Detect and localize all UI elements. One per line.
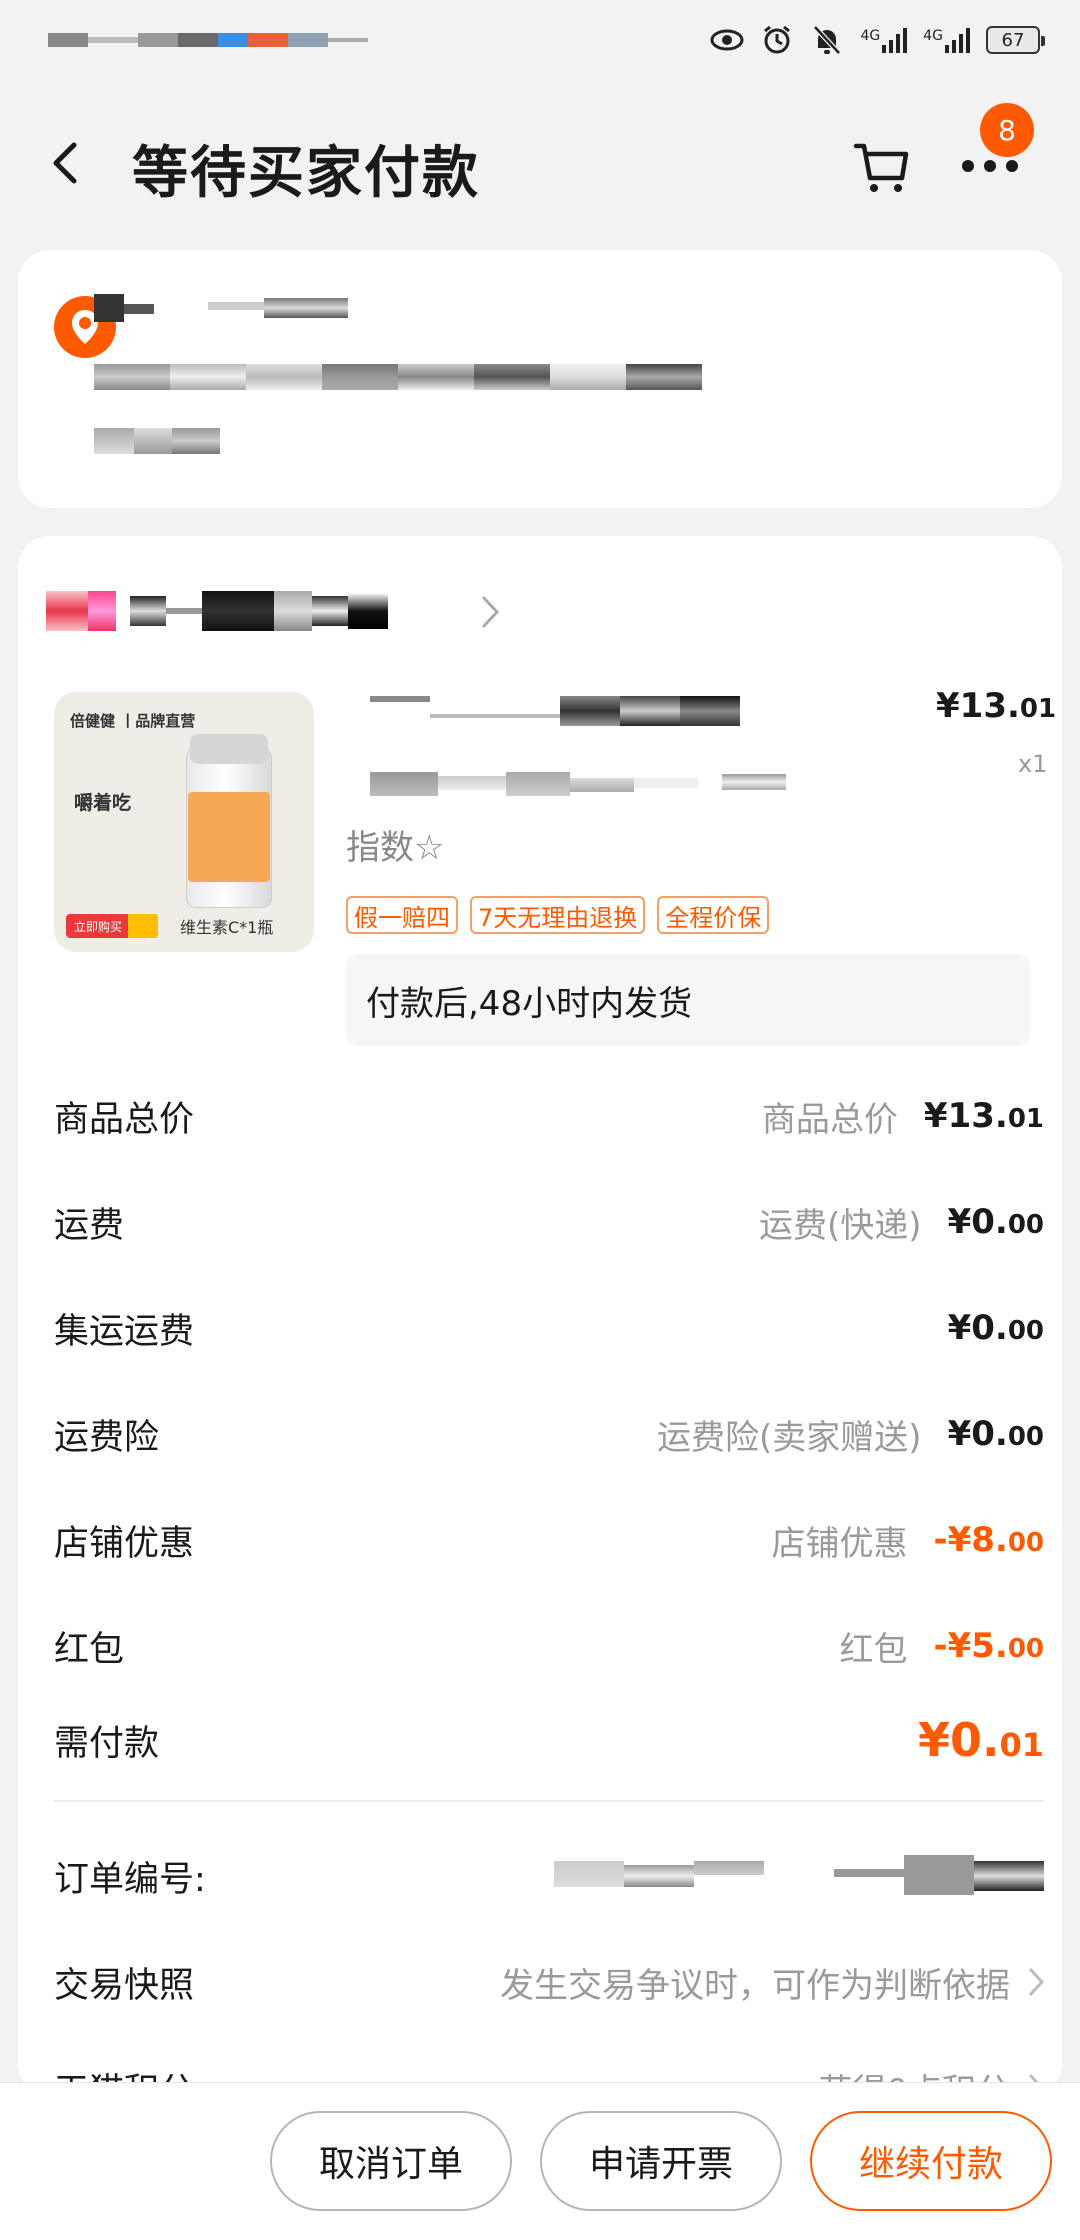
- eye-icon: [710, 23, 744, 57]
- service-tag[interactable]: 全程价保: [657, 896, 770, 934]
- chevron-right-icon: [481, 595, 500, 629]
- product-price: ¥13.01: [936, 686, 1057, 726]
- fee-row-store-discount: 店铺优惠 店铺优惠 -¥8.00: [54, 1520, 1044, 1564]
- fee-row-red-packet: 红包 红包 -¥5.00: [54, 1626, 1044, 1670]
- dot-icon: [1006, 160, 1018, 172]
- status-carrier-redacted: [48, 26, 368, 54]
- chevron-right-icon: [1028, 1967, 1044, 1997]
- fee-row-goods-total: 商品总价 商品总价 ¥13.01: [54, 1096, 1044, 1140]
- product-index: 指数☆: [346, 828, 445, 868]
- divider: [54, 1800, 1044, 1802]
- page-title: 等待买家付款: [132, 141, 480, 206]
- back-button[interactable]: [40, 138, 90, 188]
- product-spec-redacted: [370, 772, 786, 796]
- product-quantity: x1: [1018, 750, 1048, 778]
- mute-bell-icon: [810, 23, 844, 57]
- address-card[interactable]: [18, 250, 1062, 508]
- request-invoice-button[interactable]: 申请开票: [540, 2111, 782, 2211]
- alarm-icon: [760, 23, 794, 57]
- dot-icon: [962, 160, 974, 172]
- address-line-redacted: [94, 364, 702, 390]
- battery-indicator: 67: [986, 26, 1045, 54]
- signal-1: 4G: [860, 27, 908, 53]
- fee-row-freight-insurance: 运费险 运费险(卖家赠送) ¥0.00: [54, 1414, 1044, 1458]
- notification-badge: 8: [980, 103, 1034, 157]
- service-tag[interactable]: 7天无理由退换: [470, 896, 646, 934]
- order-number-redacted: [554, 1855, 1044, 1895]
- continue-payment-button[interactable]: 继续付款: [810, 2111, 1052, 2211]
- order-card: 倍健健 丨品牌直营 嚼着吃 立即购买 维生素C*1瓶 ¥13.01 x1 指数☆…: [18, 536, 1062, 2096]
- cancel-order-button[interactable]: 取消订单: [270, 2111, 512, 2211]
- order-number-row: 订单编号:: [54, 1846, 1044, 1906]
- trade-snapshot-row[interactable]: 交易快照 发生交易争议时，可作为判断依据: [54, 1952, 1044, 2012]
- nav-bar: 等待买家付款: [0, 100, 1080, 230]
- bottom-action-bar: 取消订单 申请开票 继续付款: [0, 2082, 1080, 2240]
- service-tag[interactable]: 假一赔四: [346, 896, 458, 934]
- cart-button[interactable]: [850, 134, 914, 198]
- service-tags: 假一赔四 7天无理由退换 全程价保: [346, 896, 770, 934]
- signal-2: 4G: [923, 27, 970, 53]
- fee-row-payable: 需付款 ¥0.01: [54, 1713, 1044, 1767]
- product-title-redacted: [370, 696, 740, 726]
- recipient-name-redacted: [94, 294, 348, 322]
- fee-row-freight: 运费 运费(快递) ¥0.00: [54, 1202, 1044, 1246]
- chevron-left-icon: [53, 142, 77, 184]
- shop-name-redacted[interactable]: [46, 586, 388, 636]
- address-line2-redacted: [94, 428, 220, 454]
- status-bar: 4G 4G 67: [0, 0, 1080, 80]
- product-thumbnail[interactable]: 倍健健 丨品牌直营 嚼着吃 立即购买 维生素C*1瓶: [54, 692, 314, 952]
- dot-icon: [984, 160, 996, 172]
- cart-icon: [853, 143, 909, 192]
- shipping-note: 付款后,48小时内发货: [346, 954, 1030, 1046]
- fee-row-consolidated: 集运运费 ¥0.00: [54, 1308, 1044, 1352]
